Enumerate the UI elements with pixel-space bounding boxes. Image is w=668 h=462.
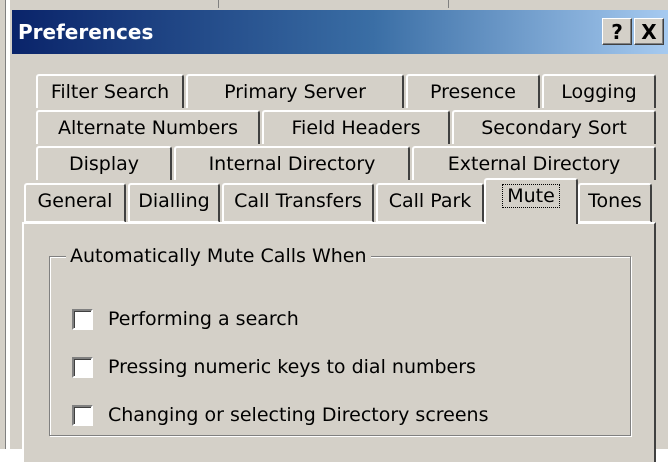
window-edge bbox=[0, 0, 6, 449]
checkbox-pressing-numeric-keys[interactable] bbox=[72, 356, 93, 378]
label-performing-search: Performing a search bbox=[108, 308, 299, 330]
tab-display[interactable]: Display bbox=[36, 146, 172, 180]
tab-call-park[interactable]: Call Park bbox=[376, 183, 484, 223]
tab-external-directory[interactable]: External Directory bbox=[412, 146, 656, 180]
label-changing-directory-screens: Changing or selecting Directory screens bbox=[108, 404, 489, 426]
window-title: Preferences bbox=[18, 20, 154, 44]
tab-general[interactable]: General bbox=[24, 183, 126, 223]
top-divider-2 bbox=[448, 0, 449, 8]
tab-presence[interactable]: Presence bbox=[406, 74, 540, 108]
tab-tones[interactable]: Tones bbox=[578, 183, 652, 223]
auto-mute-group: Automatically Mute Calls When Performing… bbox=[49, 245, 631, 436]
option-changing-directory-screens[interactable]: Changing or selecting Directory screens bbox=[72, 403, 489, 427]
tab-mute[interactable]: Mute bbox=[484, 178, 578, 224]
tab-primary-server[interactable]: Primary Server bbox=[186, 74, 404, 108]
tab-internal-directory[interactable]: Internal Directory bbox=[174, 146, 410, 180]
tab-secondary-sort[interactable]: Secondary Sort bbox=[452, 110, 656, 144]
label-pressing-numeric-keys: Pressing numeric keys to dial numbers bbox=[108, 356, 476, 378]
tab-field-headers[interactable]: Field Headers bbox=[262, 110, 450, 144]
top-divider-1 bbox=[218, 0, 219, 8]
tab-dialling[interactable]: Dialling bbox=[128, 183, 220, 223]
checkbox-performing-search[interactable] bbox=[72, 308, 93, 330]
tab-call-transfers[interactable]: Call Transfers bbox=[222, 183, 374, 223]
tab-alternate-numbers[interactable]: Alternate Numbers bbox=[36, 110, 260, 144]
group-title: Automatically Mute Calls When bbox=[66, 245, 371, 267]
close-button[interactable]: X bbox=[634, 18, 664, 45]
tab-logging[interactable]: Logging bbox=[542, 74, 656, 108]
option-performing-search[interactable]: Performing a search bbox=[72, 307, 299, 331]
checkbox-changing-directory-screens[interactable] bbox=[72, 404, 93, 426]
tab-filter-search[interactable]: Filter Search bbox=[36, 74, 184, 108]
mute-tab-panel: Automatically Mute Calls When Performing… bbox=[22, 222, 656, 462]
option-pressing-numeric-keys[interactable]: Pressing numeric keys to dial numbers bbox=[72, 355, 476, 379]
help-button[interactable]: ? bbox=[602, 18, 632, 45]
title-bar[interactable]: Preferences ? X bbox=[12, 10, 668, 54]
tab-mute-label: Mute bbox=[502, 184, 560, 208]
